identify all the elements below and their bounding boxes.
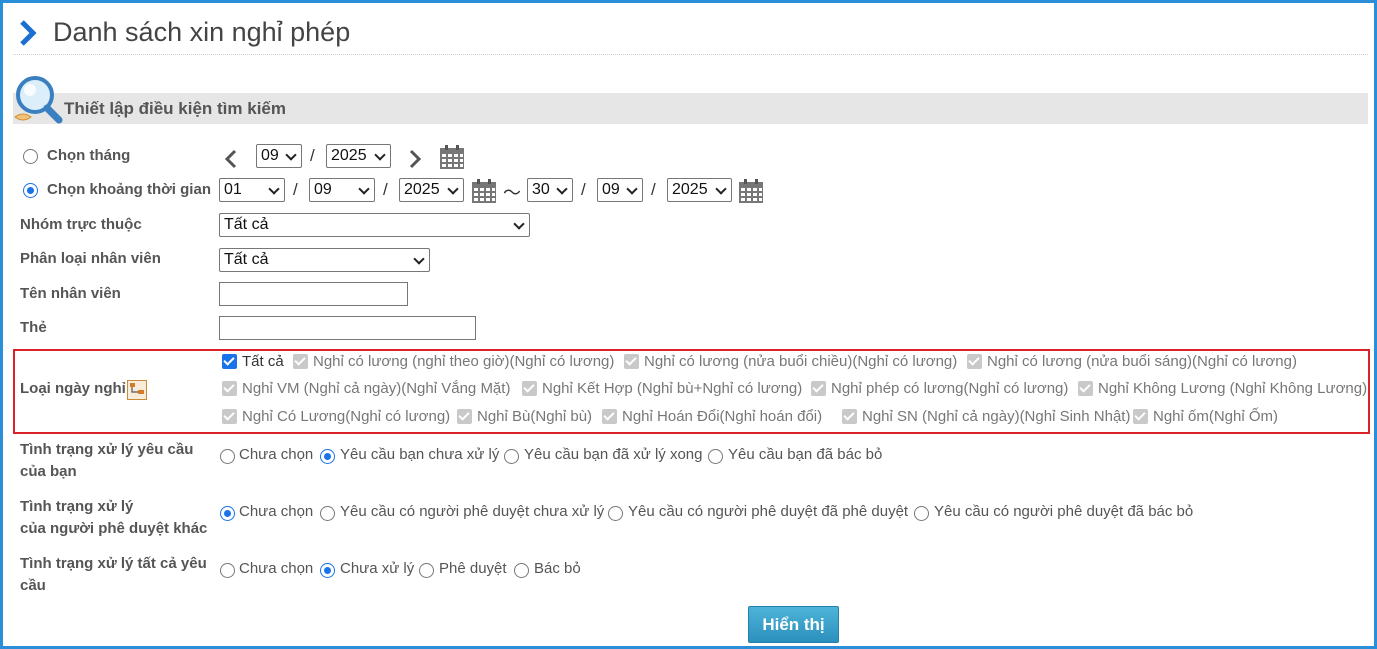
next-month-icon[interactable] xyxy=(406,148,424,170)
status-all-label-line1: Tình trạng xử lý tất cả yêu xyxy=(20,555,207,572)
month-select[interactable]: 09 xyxy=(256,144,302,168)
status-mine-label: Tình trạng xử lý yêu cầu của bạn xyxy=(20,439,193,483)
employee-type-label: Phân loại nhân viên xyxy=(20,250,161,267)
status-others-option: Chưa chọn xyxy=(239,503,314,520)
leave-type-checkbox[interactable] xyxy=(222,354,237,369)
status-all-option: Chưa chọn xyxy=(239,560,314,577)
status-mine-radio[interactable] xyxy=(320,449,335,464)
status-others-option: Yêu cầu có người phê duyệt chưa xử lý xyxy=(340,503,605,520)
leave-type-checkbox[interactable] xyxy=(522,381,537,396)
leave-type-checkbox[interactable] xyxy=(1133,409,1148,424)
employee-type-select[interactable]: Tất cả xyxy=(219,248,430,272)
leave-type-checkbox[interactable] xyxy=(967,354,982,369)
date-separator: / xyxy=(651,180,656,199)
section-title: Thiết lập điều kiện tìm kiếm xyxy=(64,99,286,118)
status-all-label: Tình trạng xử lý tất cả yêu cầu xyxy=(20,553,207,597)
date-separator: / xyxy=(581,180,586,199)
leave-type-checkbox[interactable] xyxy=(1078,381,1093,396)
from-month-select[interactable]: 09 xyxy=(309,178,375,202)
status-all-radio[interactable] xyxy=(419,563,434,578)
leave-type-checkbox[interactable] xyxy=(457,409,472,424)
app-frame: Danh sách xin nghỉ phép Thiết lập điều k… xyxy=(0,0,1377,649)
status-others-label-line1: Tình trạng xử lý xyxy=(20,498,134,515)
calendar-icon[interactable] xyxy=(439,144,465,170)
to-day-select[interactable]: 30 xyxy=(527,178,573,202)
leave-type-label: Nghỉ VM (Nghỉ cả ngày)(Nghỉ Vắng Mặt) xyxy=(242,380,511,397)
status-mine-option: Chưa chọn xyxy=(239,446,314,463)
leave-type-label: Nghỉ Bù(Nghỉ bù) xyxy=(477,408,593,425)
status-all-label-line2: cầu xyxy=(20,577,46,594)
tree-select-icon[interactable] xyxy=(127,380,147,400)
range-mode-radio[interactable] xyxy=(23,183,38,198)
employee-name-label: Tên nhân viên xyxy=(20,285,121,302)
leave-types-label: Loại ngày nghỉ xyxy=(20,380,126,397)
leave-type-label: Nghỉ Hoán Đổi(Nghỉ hoán đổi) xyxy=(622,408,823,425)
date-separator: / xyxy=(383,180,388,199)
leave-type-label: Nghỉ ốm(Nghỉ Ốm) xyxy=(1153,408,1279,425)
status-all-option: Chưa xử lý xyxy=(340,560,415,577)
calendar-icon[interactable] xyxy=(471,178,497,204)
show-button[interactable]: Hiển thị xyxy=(748,606,839,643)
card-input[interactable] xyxy=(219,316,476,340)
status-others-option: Yêu cầu có người phê duyệt đã phê duyệt xyxy=(628,503,909,520)
card-label: Thẻ xyxy=(20,319,47,336)
employee-name-input[interactable] xyxy=(219,282,408,306)
leave-type-checkbox[interactable] xyxy=(602,409,617,424)
range-mode-label: Chọn khoảng thời gian xyxy=(47,181,211,198)
leave-type-label: Tất cả xyxy=(242,353,284,370)
status-mine-radio[interactable] xyxy=(504,449,519,464)
leave-type-label: Nghỉ Không Lương (Nghỉ Không Lương) xyxy=(1098,380,1368,397)
month-mode-radio[interactable] xyxy=(23,149,38,164)
status-others-radio[interactable] xyxy=(914,506,929,521)
leave-type-label: Nghỉ Kết Hợp (Nghỉ bù+Nghỉ có lương) xyxy=(542,380,803,397)
status-all-option: Bác bỏ xyxy=(534,560,581,577)
date-separator: / xyxy=(310,146,315,165)
status-mine-radio[interactable] xyxy=(220,449,235,464)
leave-type-checkbox[interactable] xyxy=(222,409,237,424)
leave-type-label: Nghỉ có lương (nghỉ theo giờ)(Nghỉ có lư… xyxy=(313,353,615,370)
status-mine-option: Yêu cầu bạn chưa xử lý xyxy=(340,446,500,463)
group-label: Nhóm trực thuộc xyxy=(20,216,142,233)
prev-month-icon[interactable] xyxy=(222,148,240,170)
status-all-radio[interactable] xyxy=(320,563,335,578)
leave-type-checkbox[interactable] xyxy=(811,381,826,396)
month-mode-label: Chọn tháng xyxy=(47,147,131,164)
status-others-radio[interactable] xyxy=(608,506,623,521)
status-mine-option: Yêu cầu bạn đã xử lý xong xyxy=(524,446,703,463)
range-separator: ～ xyxy=(503,183,521,203)
leave-type-label: Nghỉ Có Lương(Nghỉ có lương) xyxy=(242,408,451,425)
status-others-option: Yêu cầu có người phê duyệt đã bác bỏ xyxy=(934,503,1194,520)
status-mine-option: Yêu cầu bạn đã bác bỏ xyxy=(728,446,883,463)
leave-type-checkbox[interactable] xyxy=(222,381,237,396)
from-year-select[interactable]: 2025 xyxy=(399,178,464,202)
leave-type-label: Nghỉ SN (Nghỉ cả ngày)(Nghỉ Sinh Nhật) xyxy=(862,408,1131,425)
chevron-right-icon xyxy=(20,19,37,46)
status-others-label-line2: của người phê duyệt khác xyxy=(20,520,208,537)
status-mine-label-line2: của bạn xyxy=(20,463,77,480)
status-all-radio[interactable] xyxy=(220,563,235,578)
leave-type-label: Nghỉ có lương (nửa buổi sáng)(Nghỉ có lư… xyxy=(987,353,1297,370)
calendar-icon[interactable] xyxy=(738,178,764,204)
status-others-radio[interactable] xyxy=(320,506,335,521)
page-title: Danh sách xin nghỉ phép xyxy=(53,17,351,47)
leave-type-label: Nghỉ phép có lương(Nghỉ có lương) xyxy=(831,380,1069,397)
status-others-label: Tình trạng xử lý của người phê duyệt khá… xyxy=(20,496,207,540)
leave-type-label: Nghỉ có lương (nửa buổi chiều)(Nghỉ có l… xyxy=(644,353,958,370)
magnifier-icon xyxy=(14,76,63,124)
page-header: Danh sách xin nghỉ phép xyxy=(13,11,1368,55)
status-all-option: Phê duyệt xyxy=(439,560,507,577)
leave-type-checkbox[interactable] xyxy=(842,409,857,424)
status-mine-radio[interactable] xyxy=(708,449,723,464)
leave-type-checkbox[interactable] xyxy=(624,354,639,369)
status-all-radio[interactable] xyxy=(514,563,529,578)
to-month-select[interactable]: 09 xyxy=(597,178,643,202)
group-select[interactable]: Tất cả xyxy=(219,213,530,237)
status-others-radio[interactable] xyxy=(220,506,235,521)
status-mine-label-line1: Tình trạng xử lý yêu cầu xyxy=(20,441,194,458)
leave-type-checkbox[interactable] xyxy=(293,354,308,369)
year-select[interactable]: 2025 xyxy=(326,144,391,168)
to-year-select[interactable]: 2025 xyxy=(667,178,732,202)
date-separator: / xyxy=(293,180,298,199)
from-day-select[interactable]: 01 xyxy=(219,178,285,202)
